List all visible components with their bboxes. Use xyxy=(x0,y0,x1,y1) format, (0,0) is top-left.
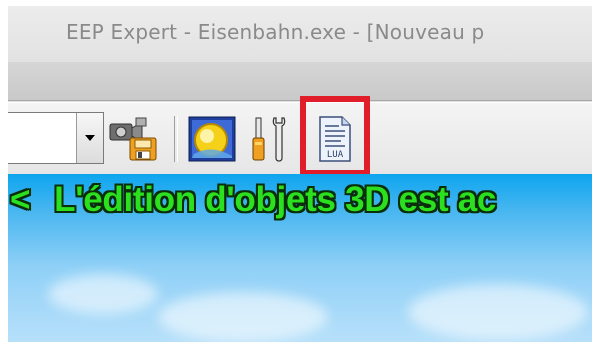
viewport-3d[interactable]: < L'édition d'objets 3D est ac xyxy=(8,174,592,342)
message-arrow: < xyxy=(10,180,31,219)
status-message: < L'édition d'objets 3D est ac xyxy=(10,180,496,220)
toolbar-combo-box[interactable] xyxy=(8,112,104,164)
window-title: EEP Expert - Eisenbahn.exe - [Nouveau p xyxy=(66,20,485,44)
chevron-down-icon xyxy=(85,135,95,141)
sun-weather-icon[interactable] xyxy=(186,114,238,164)
toolbar-separator xyxy=(174,116,178,162)
app-window: EEP Expert - Eisenbahn.exe - [Nouveau p xyxy=(8,6,592,342)
combo-dropdown-button[interactable] xyxy=(76,113,103,163)
tools-icon[interactable] xyxy=(250,114,292,164)
message-text: L'édition d'objets 3D est ac xyxy=(54,180,497,219)
camera-save-icon[interactable] xyxy=(108,114,160,162)
cloud-shape xyxy=(408,284,588,340)
cloud-shape xyxy=(158,292,328,342)
cloud-shape xyxy=(48,274,158,314)
title-bar: EEP Expert - Eisenbahn.exe - [Nouveau p xyxy=(8,6,592,62)
highlight-box xyxy=(300,96,370,176)
